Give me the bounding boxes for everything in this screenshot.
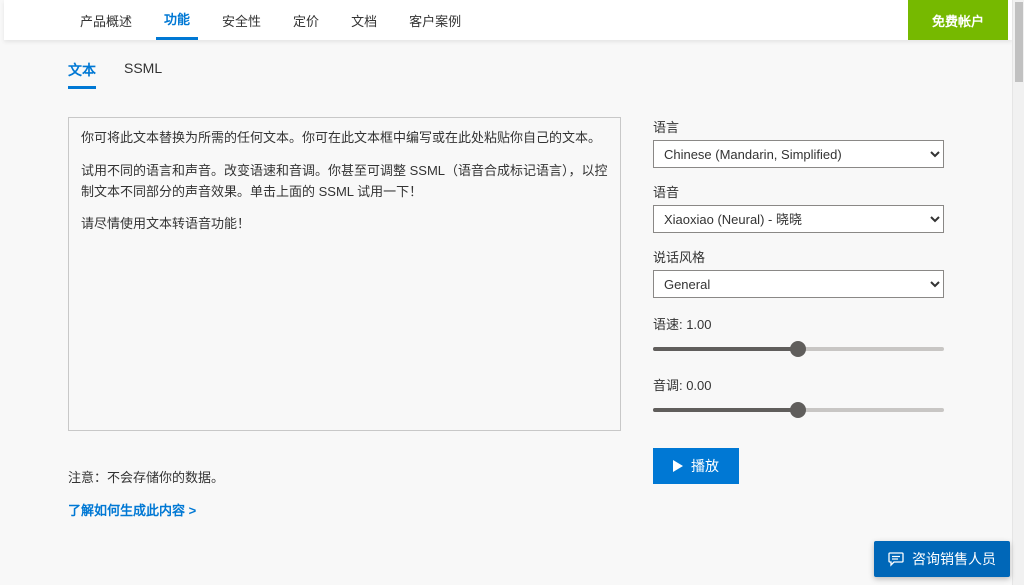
- sample-text-line: 试用不同的语言和声音。改变语速和音调。你甚至可调整 SSML（语音合成标记语言）…: [81, 161, 608, 203]
- nav-pricing[interactable]: 定价: [285, 0, 327, 40]
- privacy-note: 注意：不会存储你的数据。: [68, 467, 621, 486]
- speed-thumb[interactable]: [790, 341, 806, 357]
- chat-sales-button[interactable]: 咨询销售人员: [874, 541, 1010, 577]
- nav-overview[interactable]: 产品概述: [72, 0, 140, 40]
- chat-label: 咨询销售人员: [912, 549, 996, 569]
- free-account-button[interactable]: 免费帐户: [908, 0, 1008, 40]
- nav-features[interactable]: 功能: [156, 0, 198, 40]
- nav-customers[interactable]: 客户案例: [401, 0, 469, 40]
- speed-label: 语速: 1.00: [653, 314, 944, 333]
- sample-text-line: 请尽情使用文本转语音功能！: [81, 214, 608, 235]
- pitch-slider[interactable]: [653, 400, 944, 420]
- tab-ssml[interactable]: SSML: [124, 60, 162, 89]
- language-label: 语言: [653, 117, 944, 136]
- scrollbar-track[interactable]: [1012, 0, 1024, 585]
- nav-docs[interactable]: 文档: [343, 0, 385, 40]
- pitch-label: 音调: 0.00: [653, 375, 944, 394]
- chat-icon: [888, 551, 904, 567]
- learn-how-link[interactable]: 了解如何生成此内容 >: [68, 500, 196, 519]
- play-button[interactable]: 播放: [653, 448, 739, 484]
- product-subnav: 产品概述 功能 安全性 定价 文档 客户案例 免费帐户: [4, 0, 1012, 40]
- voice-select[interactable]: Xiaoxiao (Neural) - 晓晓: [653, 205, 944, 233]
- style-select[interactable]: General: [653, 270, 944, 298]
- play-icon: [673, 460, 683, 472]
- style-label: 说话风格: [653, 247, 944, 266]
- nav-security[interactable]: 安全性: [214, 0, 269, 40]
- play-button-label: 播放: [691, 456, 719, 476]
- voice-label: 语音: [653, 182, 944, 201]
- pitch-thumb[interactable]: [790, 402, 806, 418]
- speed-slider[interactable]: [653, 339, 944, 359]
- sample-text-line: 你可将此文本替换为所需的任何文本。你可在此文本框中编写或在此处粘贴你自己的文本。: [81, 128, 608, 149]
- text-input[interactable]: 你可将此文本替换为所需的任何文本。你可在此文本框中编写或在此处粘贴你自己的文本。…: [68, 117, 621, 431]
- scrollbar-thumb[interactable]: [1015, 2, 1023, 82]
- language-select[interactable]: Chinese (Mandarin, Simplified): [653, 140, 944, 168]
- format-tabs: 文本 SSML: [68, 60, 944, 89]
- tab-text[interactable]: 文本: [68, 60, 96, 89]
